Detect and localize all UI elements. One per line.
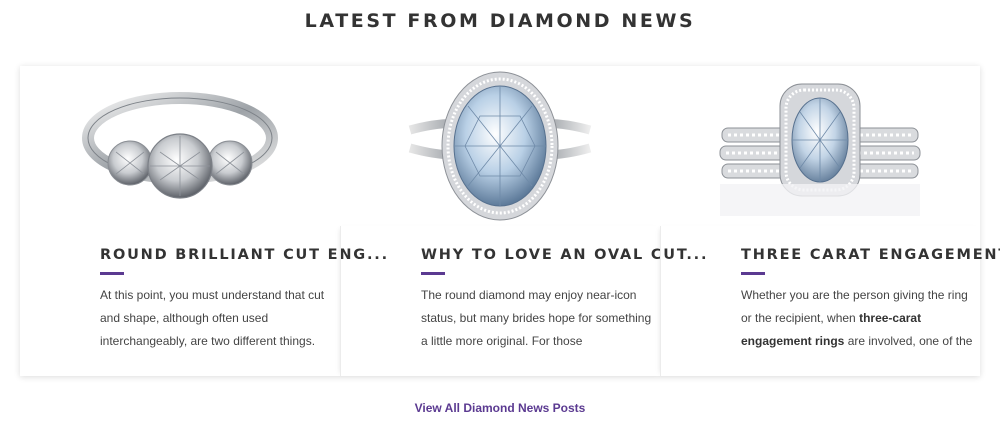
post-excerpt: At this point, you must understand that … [100, 288, 325, 348]
halo-ring-stack-image[interactable] [660, 66, 980, 226]
title-underline [421, 272, 445, 275]
news-card[interactable]: WHY TO LOVE AN OVAL CUT... The round dia… [340, 66, 706, 376]
section-title: LATEST FROM DIAMOND NEWS [304, 10, 696, 32]
title-underline [741, 272, 765, 275]
three-stone-ring-image[interactable] [20, 66, 340, 226]
news-cards: ROUND BRILLIANT CUT ENG... At this point… [20, 66, 1000, 376]
post-title[interactable]: ROUND BRILLIANT CUT ENG... [100, 247, 387, 263]
excerpt-text: are involved, one of the [844, 334, 973, 348]
title-underline [100, 272, 124, 275]
news-card-body: WHY TO LOVE AN OVAL CUT... The round dia… [340, 226, 706, 376]
view-all-posts-link[interactable]: View All Diamond News Posts [0, 401, 1000, 415]
post-excerpt: The round diamond may enjoy near-icon st… [421, 288, 652, 348]
excerpt-text: Whether you are the person giving the ri… [741, 288, 968, 325]
news-card-body: ROUND BRILLIANT CUT ENG... At this point… [20, 226, 387, 376]
post-excerpt: Whether you are the person giving the ri… [741, 284, 973, 353]
news-card[interactable]: ROUND BRILLIANT CUT ENG... At this point… [20, 66, 387, 376]
news-card[interactable]: THREE CARAT ENGAGEMENT... Whether you ar… [660, 66, 1000, 376]
oval-halo-ring-image[interactable] [340, 66, 660, 226]
news-card-body: THREE CARAT ENGAGEMENT... Whether you ar… [660, 226, 1000, 376]
post-title[interactable]: THREE CARAT ENGAGEMENT... [741, 247, 1000, 263]
post-title[interactable]: WHY TO LOVE AN OVAL CUT... [421, 247, 706, 263]
